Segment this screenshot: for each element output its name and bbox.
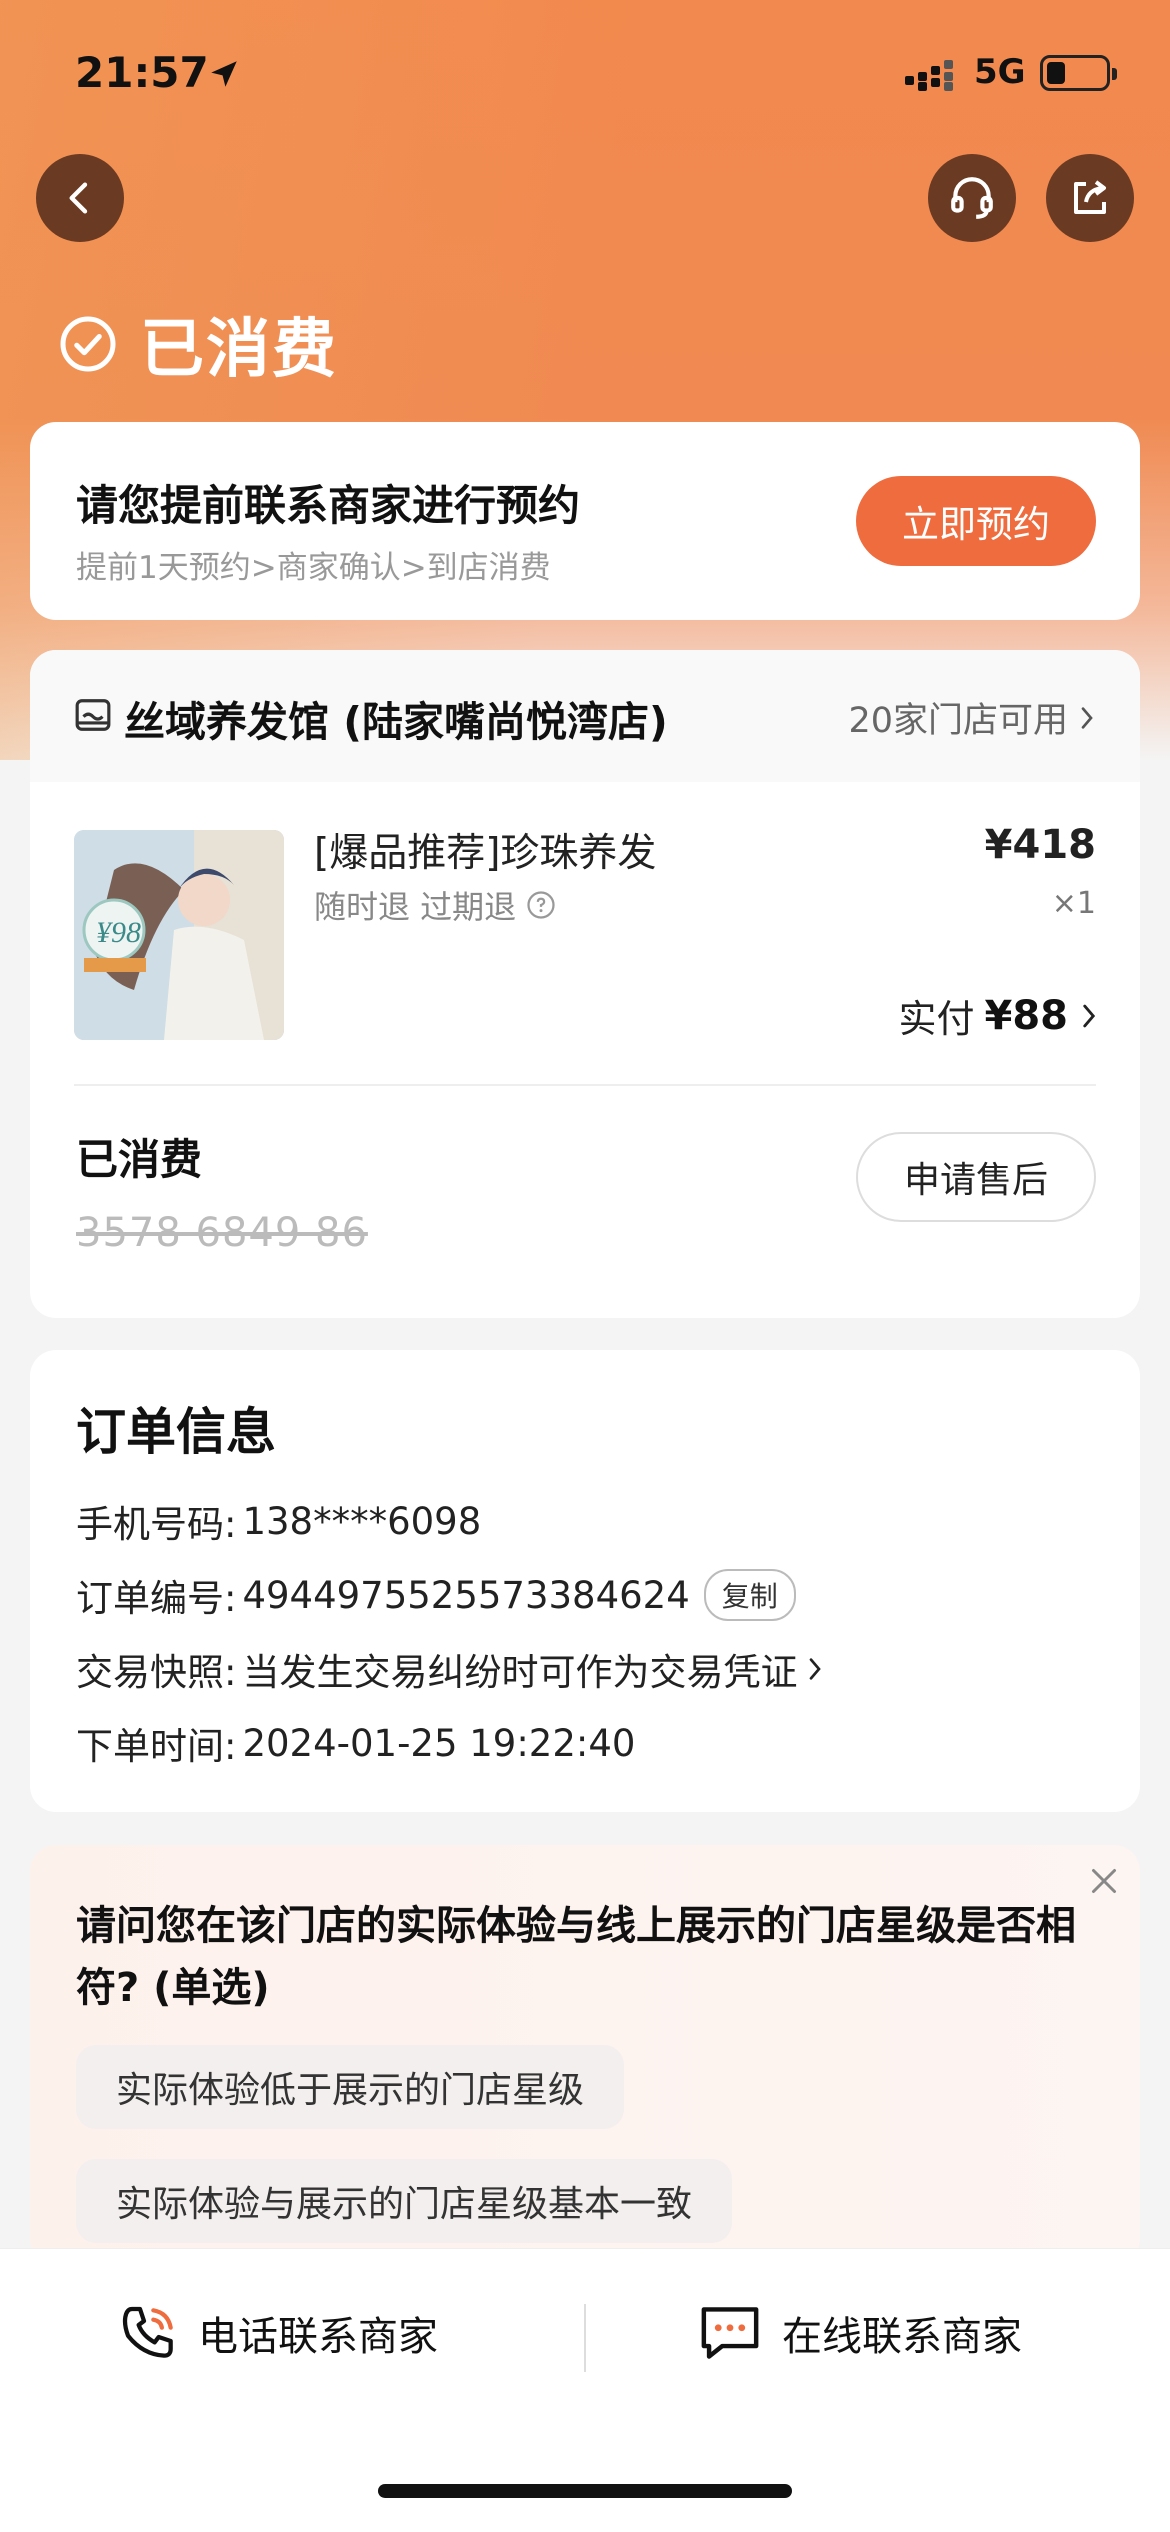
survey-card: 请问您在该门店的实际体验与线上展示的门店星级是否相符? (单选) 实际体验低于展… [30, 1845, 1140, 2265]
share-icon [1074, 180, 1106, 214]
online-contact-label: 在线联系商家 [782, 2314, 1022, 2360]
share-button[interactable] [1046, 154, 1134, 242]
phone-contact-label: 电话联系商家 [198, 2314, 438, 2360]
available-stores-text: 20家门店可用 [848, 701, 1068, 741]
booking-card: 请您提前联系商家进行预约 提前1天预约>商家确认>到店消费 立即预约 [30, 422, 1140, 620]
phone-icon [122, 2306, 173, 2358]
customer-service-button[interactable] [928, 154, 1016, 242]
product-name[interactable]: [爆品推荐]珍珠养发 [314, 822, 656, 878]
chevron-right-icon [1081, 706, 1093, 729]
phone-contact-button[interactable]: 电话联系商家 [116, 2301, 438, 2365]
product-photo: ¥98 [74, 830, 284, 1040]
battery-icon [1040, 55, 1117, 91]
order-info-title: 订单信息 [76, 1403, 276, 1461]
order-time-label: 下单时间: [76, 1725, 237, 1768]
refund-policy-text: 随时退 过期退 [314, 888, 517, 926]
phone-label: 手机号码: [76, 1503, 237, 1546]
product-quantity: ×1 [1051, 886, 1096, 921]
order-info-card: 订单信息 手机号码: 138****6098 订单编号: 49449755255… [30, 1350, 1140, 1812]
product-price: ¥418 [984, 822, 1096, 868]
survey-option[interactable]: 实际体验低于展示的门店星级 [76, 2045, 625, 2129]
snapshot-value: 当发生交易纠纷时可作为交易凭证 [242, 1651, 798, 1694]
order-number-label: 订单编号: [76, 1577, 237, 1620]
paid-amount-row[interactable]: 实付 ¥88 [898, 988, 1100, 1043]
check-circle-icon [60, 316, 116, 372]
product-image[interactable]: ¥98 [74, 830, 284, 1040]
order-number-value: 4944975525573384624 [242, 1573, 690, 1617]
chevron-right-icon [1083, 1004, 1096, 1027]
snapshot-row[interactable]: 交易快照: 当发生交易纠纷时可作为交易凭证 [76, 1642, 825, 1696]
chat-bubble-icon [701, 2307, 759, 2359]
booking-steps: 提前1天预约>商家确认>到店消费 [76, 550, 551, 586]
survey-option[interactable]: 实际体验与展示的门店星级基本一致 [76, 2159, 733, 2243]
back-button[interactable] [36, 154, 124, 242]
status-bar: 21:57 5G [0, 0, 1170, 150]
book-now-button[interactable]: 立即预约 [856, 476, 1096, 566]
copy-button[interactable]: 复制 [703, 1569, 796, 1621]
order-status-title: 已消费 [58, 298, 338, 390]
product-image-price: ¥98 [96, 916, 141, 949]
available-stores-link[interactable]: 20家门店可用 [848, 692, 1098, 743]
consumed-label: 已消费 [76, 1135, 203, 1184]
store-name: 丝域养发馆 (陆家嘴尚悦湾店) [124, 698, 668, 746]
help-icon[interactable] [526, 890, 556, 920]
status-time: 21:57 [75, 48, 209, 97]
survey-question: 请问您在该门店的实际体验与线上展示的门店星级是否相符? (单选) [76, 1903, 1076, 2011]
paid-amount: ¥88 [984, 992, 1069, 1039]
after-sale-button[interactable]: 申请售后 [856, 1132, 1096, 1222]
chevron-right-icon [810, 1658, 822, 1680]
signal-icon [905, 60, 953, 91]
voucher-code: 3578 6849 86 [76, 1210, 368, 1256]
store-header[interactable]: 丝域养发馆 (陆家嘴尚悦湾店) 20家门店可用 [30, 650, 1140, 782]
product-tags: 随时退 过期退 [314, 882, 556, 928]
store-card: 丝域养发馆 (陆家嘴尚悦湾店) 20家门店可用 ¥98 [爆品推荐]珍珠养发 随… [30, 650, 1140, 1318]
phone-value: 138****6098 [242, 1499, 482, 1543]
divider [74, 1084, 1096, 1086]
network-type: 5G [974, 52, 1026, 92]
snapshot-label: 交易快照: [76, 1651, 237, 1694]
status-text: 已消费 [140, 313, 338, 387]
divider [584, 2304, 586, 2372]
home-indicator [378, 2484, 792, 2498]
store-icon [75, 699, 111, 731]
chevron-left-icon [69, 182, 88, 214]
booking-title: 请您提前联系商家进行预约 [76, 481, 581, 530]
location-arrow-icon [211, 61, 237, 87]
order-number-row: 订单编号: 4944975525573384624 复制 [76, 1568, 796, 1622]
close-icon[interactable] [1086, 1863, 1122, 1899]
paid-label: 实付 [898, 997, 975, 1041]
order-time-value: 2024-01-25 19:22:40 [242, 1721, 636, 1765]
phone-row: 手机号码: 138****6098 [76, 1494, 481, 1548]
order-time-row: 下单时间: 2024-01-25 19:22:40 [76, 1716, 635, 1770]
online-contact-button[interactable]: 在线联系商家 [696, 2301, 1022, 2365]
headset-icon [951, 177, 993, 219]
